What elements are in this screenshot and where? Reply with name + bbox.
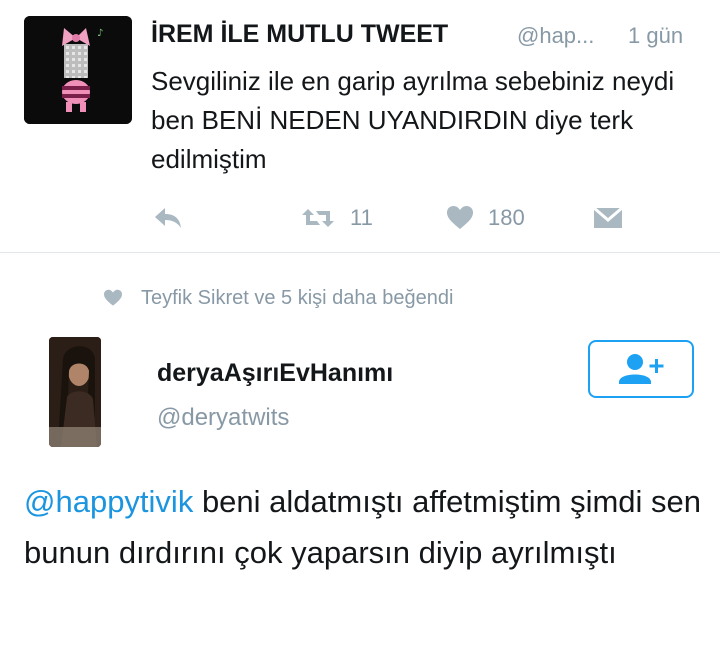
- reply-icon: [155, 208, 181, 228]
- tweet-text: Sevgiliniz ile en garip ayrılma sebebini…: [151, 66, 675, 174]
- avatar-image: ♪: [24, 16, 132, 124]
- direct-message-button[interactable]: [593, 198, 623, 238]
- avatar[interactable]: ♪: [24, 16, 132, 124]
- divider: [0, 252, 720, 253]
- heart-icon: [447, 206, 473, 229]
- mention-link[interactable]: @happytivik: [24, 484, 193, 519]
- retweet-icon: [302, 209, 334, 227]
- user-handle[interactable]: @hap...: [517, 23, 594, 49]
- liked-by-row[interactable]: Teyfik Sikret ve 5 kişi daha beğendi: [103, 283, 453, 313]
- avatar-image: [49, 337, 101, 447]
- heart-icon: [104, 289, 122, 306]
- reply-button[interactable]: [153, 198, 183, 238]
- svg-text:♪: ♪: [97, 28, 103, 39]
- follow-user-icon: [619, 354, 664, 384]
- avatar[interactable]: [49, 337, 101, 447]
- follow-button[interactable]: [588, 340, 694, 398]
- tweet-card[interactable]: ♪ İREM İLE MUTLU TWEET @hap... 1 gün Sev…: [0, 0, 720, 252]
- liked-by-text: Teyfik Sikret ve 5 kişi daha beğendi: [141, 286, 454, 309]
- envelope-icon: [593, 206, 623, 228]
- retweet-button[interactable]: 11: [300, 198, 373, 238]
- display-name[interactable]: İREM İLE MUTLU TWEET: [151, 20, 448, 49]
- like-button[interactable]: 180: [446, 198, 525, 238]
- display-name[interactable]: deryaAşırıEvHanımı: [157, 359, 393, 388]
- timestamp[interactable]: 1 gün: [628, 23, 683, 49]
- like-count: 180: [488, 205, 525, 230]
- tweet-text: @happytivik beni aldatmıştı affetmiştim …: [24, 476, 714, 578]
- user-handle[interactable]: @deryatwits: [157, 404, 289, 432]
- retweet-count: 11: [350, 205, 373, 230]
